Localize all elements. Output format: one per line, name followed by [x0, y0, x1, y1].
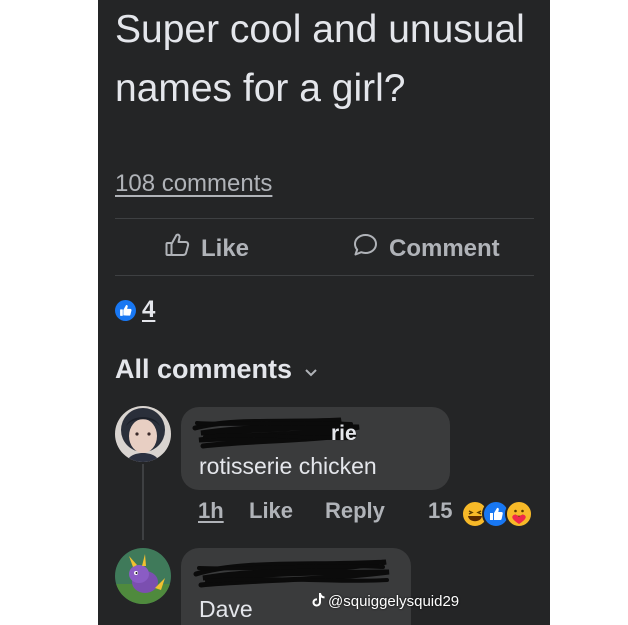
thumbs-up-icon — [164, 232, 191, 265]
reaction-count: 4 — [142, 296, 156, 323]
comment-reply-button[interactable]: Reply — [325, 498, 385, 524]
like-button[interactable]: Like — [164, 232, 249, 265]
commenter-avatar[interactable] — [115, 406, 171, 462]
reaction-summary[interactable]: 4 — [115, 296, 155, 324]
care-emoji-icon — [505, 500, 533, 528]
comment-reactions[interactable] — [461, 500, 536, 528]
comment-reaction-count[interactable]: 15 — [428, 498, 452, 524]
comment-text: rotisserie chicken — [199, 453, 377, 479]
like-label: Like — [201, 234, 250, 262]
divider — [115, 275, 534, 276]
tiktok-watermark: @squiggelysquid29 — [312, 592, 459, 611]
all-comments-filter[interactable]: All comments — [115, 354, 318, 385]
comment-timestamp[interactable]: 1h — [198, 498, 224, 524]
comments-count-link[interactable]: 108 comments — [115, 170, 272, 198]
comment-bubble[interactable]: Dave — [181, 548, 411, 625]
comment-like-button[interactable]: Like — [249, 498, 293, 524]
comment-text: Dave — [199, 596, 253, 622]
comment-button[interactable]: Comment — [352, 232, 500, 265]
like-reaction-icon — [115, 299, 136, 321]
watermark-handle: @squiggelysquid29 — [328, 593, 460, 610]
chevron-down-icon — [304, 354, 318, 385]
comment-bubble[interactable]: rie rotisserie chicken — [181, 407, 450, 490]
comment-label: Comment — [389, 234, 500, 262]
all-comments-label: All comments — [115, 354, 293, 384]
tiktok-logo-icon — [312, 592, 325, 611]
commenter-avatar[interactable] — [115, 548, 171, 604]
post-screen: Super cool and unusual names for a girl?… — [98, 0, 550, 625]
speech-bubble-icon — [352, 232, 379, 265]
divider — [115, 218, 534, 219]
reply-thread-line — [142, 464, 144, 540]
comment-author-name[interactable]: rie — [331, 422, 357, 446]
redaction-scribble — [193, 559, 390, 588]
post-title: Super cool and unusual names for a girl? — [115, 8, 525, 110]
